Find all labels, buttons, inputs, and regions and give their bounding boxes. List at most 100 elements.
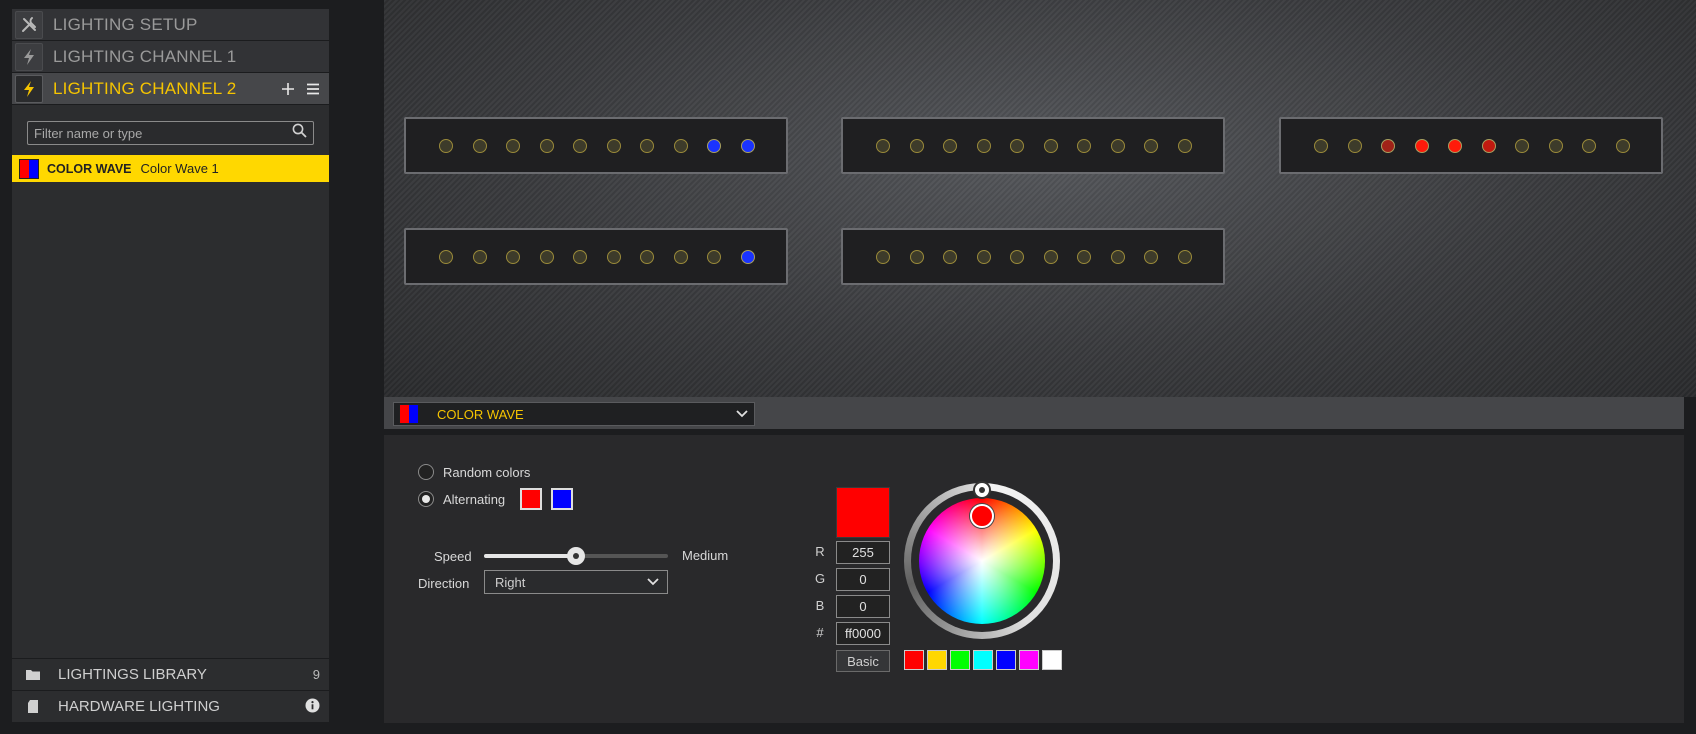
lightning-icon: [15, 42, 43, 71]
led: [1144, 249, 1158, 264]
info-icon[interactable]: [305, 698, 320, 716]
speed-slider[interactable]: [484, 547, 668, 565]
hex-label: #: [816, 625, 824, 640]
led-strip[interactable]: [1279, 117, 1663, 174]
quick-color-swatch[interactable]: [927, 650, 947, 670]
quick-color-swatch[interactable]: [996, 650, 1016, 670]
led: [1043, 138, 1058, 153]
led: [539, 138, 554, 153]
led: [1582, 138, 1596, 153]
hardware-lighting[interactable]: HARDWARE LIGHTING: [12, 690, 329, 722]
led: [876, 249, 890, 264]
led: [740, 138, 755, 153]
effect-list-item[interactable]: COLOR WAVE Color Wave 1: [12, 155, 329, 182]
led: [1548, 138, 1563, 153]
alternating-color-1[interactable]: [520, 488, 543, 510]
led-strip[interactable]: [841, 228, 1225, 285]
hex-input[interactable]: [836, 622, 890, 645]
led: [439, 249, 453, 264]
led-strip[interactable]: [404, 117, 788, 174]
filter-input[interactable]: [34, 125, 292, 141]
led: [1077, 138, 1091, 153]
led: [573, 138, 587, 153]
alternating-radio[interactable]: [418, 491, 434, 507]
quick-color-swatch[interactable]: [904, 650, 924, 670]
led: [472, 138, 487, 153]
color-wheel[interactable]: [904, 481, 1060, 639]
led-strip[interactable]: [841, 117, 1225, 174]
led: [976, 249, 991, 264]
color-handle[interactable]: [970, 504, 994, 528]
random-colors-radio[interactable]: [418, 464, 434, 480]
menu-icon[interactable]: [304, 80, 322, 98]
brightness-handle[interactable]: [973, 481, 991, 499]
hardware-label: HARDWARE LIGHTING: [58, 698, 220, 715]
memory-card-icon: [24, 699, 42, 714]
led: [539, 249, 554, 264]
led: [909, 138, 924, 153]
direction-value: Right: [495, 574, 526, 590]
speed-slider-thumb[interactable]: [567, 547, 585, 565]
alternating-color-2[interactable]: [551, 488, 574, 510]
nav-lighting-channel-2[interactable]: LIGHTING CHANNEL 2: [12, 73, 329, 105]
led: [707, 138, 721, 153]
nav-lighting-setup[interactable]: LIGHTING SETUP: [12, 9, 329, 41]
folder-icon: [24, 668, 42, 681]
led: [1347, 138, 1362, 153]
led: [1381, 138, 1395, 153]
random-colors-option[interactable]: Random colors: [418, 464, 530, 480]
led: [1314, 138, 1328, 153]
effect-type-select[interactable]: COLOR WAVE: [393, 402, 755, 426]
led: [943, 249, 957, 264]
alternating-label: Alternating: [443, 491, 506, 507]
effect-settings-panel: Random colors Alternating Speed Medium D…: [384, 435, 1684, 723]
led: [1110, 138, 1125, 153]
library-count: 9: [312, 667, 320, 682]
nav-label: LIGHTING CHANNEL 1: [53, 46, 237, 66]
b-input[interactable]: [836, 595, 890, 618]
quick-color-swatch[interactable]: [950, 650, 970, 670]
led: [673, 249, 688, 264]
effect-select-label: COLOR WAVE: [437, 406, 524, 422]
led: [606, 138, 621, 153]
led: [472, 249, 487, 264]
quick-color-swatches: [904, 650, 1062, 670]
direction-select[interactable]: Right: [484, 570, 668, 594]
r-input[interactable]: [836, 541, 890, 564]
library-label: LIGHTINGS LIBRARY: [58, 666, 207, 683]
search-icon[interactable]: [292, 123, 307, 143]
led-strip[interactable]: [404, 228, 788, 285]
quick-color-swatch[interactable]: [1042, 650, 1062, 670]
led: [1481, 138, 1496, 153]
sidebar: LIGHTING SETUP LIGHTING CHANNEL 1 LIGHTI…: [12, 9, 329, 722]
effect-type: COLOR WAVE: [47, 161, 132, 176]
device-preview: [384, 0, 1696, 397]
led: [740, 249, 755, 264]
led: [976, 138, 991, 153]
lightings-library[interactable]: LIGHTINGS LIBRARY 9: [12, 658, 329, 690]
g-label: G: [814, 571, 826, 586]
speed-value: Medium: [682, 548, 729, 563]
effect-header: COLOR WAVE: [384, 397, 1684, 429]
led: [673, 138, 688, 153]
add-icon[interactable]: [279, 80, 297, 98]
led: [1177, 249, 1192, 264]
led: [707, 249, 721, 264]
alternating-option[interactable]: Alternating: [418, 488, 574, 510]
nav-lighting-channel-1[interactable]: LIGHTING CHANNEL 1: [12, 41, 329, 73]
basic-button[interactable]: Basic: [836, 650, 890, 672]
led: [606, 249, 621, 264]
g-input[interactable]: [836, 568, 890, 591]
led: [1448, 138, 1462, 153]
led: [1077, 249, 1091, 264]
quick-color-swatch[interactable]: [1019, 650, 1039, 670]
led: [943, 138, 957, 153]
effect-color-swatch: [399, 404, 419, 424]
effect-name: Color Wave 1: [140, 161, 219, 176]
led: [640, 138, 654, 153]
random-colors-label: Random colors: [443, 464, 531, 480]
chevron-down-icon: [736, 410, 748, 418]
filter-field[interactable]: [27, 121, 314, 145]
quick-color-swatch[interactable]: [973, 650, 993, 670]
effect-color-swatch: [19, 158, 39, 179]
